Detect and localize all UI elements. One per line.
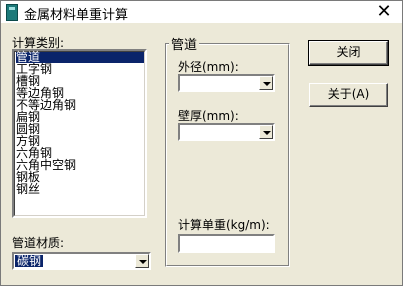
outer-diameter-select[interactable]	[178, 74, 275, 92]
unit-weight-field[interactable]	[178, 234, 275, 253]
outer-diameter-label: 外径(mm):	[178, 60, 239, 74]
chevron-down-icon[interactable]	[135, 254, 149, 268]
about-button[interactable]: 关于(A)	[309, 83, 388, 107]
wall-thickness-value	[181, 126, 185, 138]
wall-thickness-select[interactable]	[178, 123, 275, 141]
app-icon	[6, 4, 18, 21]
main-window: 金属材料单重计算 ✕ 计算类别: 管道 工字钢 槽钢 等边角钢 不等边角钢 扁钢 圆钢 方钢六…	[0, 0, 403, 286]
close-window-icon[interactable]: ✕	[373, 2, 395, 21]
chevron-down-icon[interactable]	[259, 125, 273, 139]
chevron-down-icon[interactable]	[259, 76, 273, 90]
pipe-group-title: 管道	[169, 34, 200, 53]
unit-weight-label: 计算单重(kg/m):	[178, 218, 270, 232]
material-label: 管道材质:	[12, 236, 65, 250]
close-button[interactable]: 关闭	[308, 40, 389, 66]
wall-thickness-label: 壁厚(mm):	[178, 109, 239, 123]
title-bar: 金属材料单重计算 ✕	[1, 1, 402, 23]
calc-type-list[interactable]: 管道 工字钢 槽钢 等边角钢 不等边角钢 扁钢 圆钢 方钢 六角钢 六角中空钢 钢板 钢丝	[12, 49, 147, 218]
window-title: 金属材料单重计算	[24, 8, 129, 23]
material-select[interactable]: 碳钢	[12, 252, 151, 270]
list-item[interactable]: 钢丝	[16, 183, 144, 195]
material-value: 碳钢	[15, 254, 44, 268]
outer-diameter-value	[181, 77, 185, 89]
